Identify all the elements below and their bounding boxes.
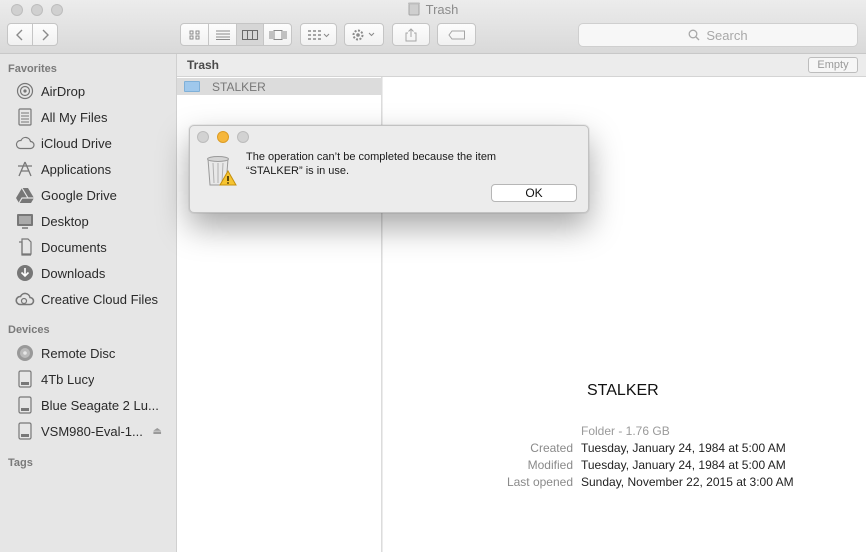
downloads-icon bbox=[14, 264, 36, 282]
drive-icon bbox=[14, 422, 36, 440]
cover-flow-icon bbox=[269, 29, 287, 40]
preview-modified-row: Modified Tuesday, January 24, 1984 at 5:… bbox=[383, 458, 866, 475]
dialog-window-controls bbox=[197, 131, 249, 143]
dialog-message-line2: “STALKER” is in use. bbox=[246, 165, 350, 177]
eject-icon[interactable]: ⏏ bbox=[153, 426, 162, 437]
chevron-left-icon bbox=[16, 29, 23, 40]
desktop-icon bbox=[14, 212, 36, 230]
dialog-close-button bbox=[197, 131, 209, 143]
arrange-grid-icon bbox=[307, 29, 329, 40]
modified-value: Tuesday, January 24, 1984 at 5:00 AM bbox=[581, 458, 786, 472]
sidebar-item-desktop[interactable]: Desktop bbox=[14, 208, 174, 234]
file-name: STALKER bbox=[212, 79, 266, 94]
sidebar-item-blue-seagate[interactable]: Blue Seagate 2 Lu... bbox=[14, 392, 174, 418]
empty-trash-button[interactable]: Empty bbox=[808, 57, 858, 73]
share-icon bbox=[405, 27, 417, 41]
dialog-minimize-button[interactable] bbox=[217, 131, 229, 143]
icon-view-button[interactable] bbox=[181, 24, 208, 45]
preview-created-row: Created Tuesday, January 24, 1984 at 5:0… bbox=[383, 441, 866, 458]
disc-icon bbox=[14, 344, 36, 362]
airdrop-icon bbox=[14, 82, 36, 100]
cover-flow-button[interactable] bbox=[263, 24, 291, 45]
sidebar-item-label: Blue Seagate 2 Lu... bbox=[41, 397, 159, 413]
back-button[interactable] bbox=[8, 24, 32, 45]
sidebar-item-label: All My Files bbox=[41, 109, 108, 125]
list-view-button[interactable] bbox=[208, 24, 236, 45]
ok-button[interactable]: OK bbox=[491, 184, 577, 202]
drive-icon bbox=[14, 396, 36, 414]
window-title: Trash bbox=[0, 2, 866, 17]
applications-icon bbox=[14, 160, 36, 178]
documents-icon bbox=[14, 238, 36, 256]
path-bar: Trash Empty bbox=[177, 54, 866, 77]
dialog-message-line1: The operation can’t be completed because… bbox=[246, 151, 497, 163]
google-drive-icon bbox=[14, 186, 36, 204]
sidebar-item-creative-cloud-files[interactable]: Creative Cloud Files bbox=[14, 286, 174, 312]
sidebar-item-label: Creative Cloud Files bbox=[41, 291, 159, 307]
dialog-message: The operation can’t be completed because… bbox=[246, 150, 576, 178]
folder-icon bbox=[184, 81, 200, 92]
sidebar-item-label: Google Drive bbox=[41, 187, 117, 203]
chevron-right-icon bbox=[42, 29, 50, 40]
view-mode-buttons bbox=[180, 23, 292, 46]
preview-name: STALKER bbox=[587, 382, 659, 399]
sidebar-item-label: iCloud Drive bbox=[41, 135, 112, 151]
sidebar-item-downloads[interactable]: Downloads bbox=[14, 260, 174, 286]
sidebar-item-label: AirDrop bbox=[41, 83, 86, 99]
back-forward-buttons bbox=[7, 23, 58, 46]
sidebar-item-all-my-files[interactable]: All My Files bbox=[14, 104, 174, 130]
trash-warning-icon bbox=[207, 156, 237, 186]
sidebar-item-4tb-lucy[interactable]: 4Tb Lucy bbox=[14, 366, 174, 392]
arrange-button[interactable] bbox=[300, 23, 337, 46]
all-files-icon bbox=[14, 108, 36, 126]
sidebar-item-label: VSM980-Eval-1... bbox=[41, 423, 143, 439]
devices-header: Devices bbox=[8, 324, 50, 336]
modified-label: Modified bbox=[527, 458, 573, 472]
sidebar-item-label: Downloads bbox=[41, 265, 106, 281]
sidebar-item-vsm980[interactable]: VSM980-Eval-1... ⏏ bbox=[14, 418, 174, 444]
sidebar-item-icloud-drive[interactable]: iCloud Drive bbox=[14, 130, 174, 156]
cloud-icon bbox=[14, 134, 36, 152]
drive-icon bbox=[14, 370, 36, 388]
search-icon bbox=[688, 29, 700, 41]
action-button[interactable] bbox=[344, 23, 384, 46]
favorites-header: Favorites bbox=[8, 63, 57, 75]
last-opened-label: Last opened bbox=[506, 475, 573, 489]
dialog-zoom-button bbox=[237, 131, 249, 143]
tag-icon bbox=[447, 30, 465, 39]
created-label: Created bbox=[530, 441, 573, 455]
file-row-selected[interactable]: STALKER bbox=[177, 78, 381, 95]
sidebar: Favorites AirDrop All My Files iCloud Dr… bbox=[0, 54, 177, 552]
edit-tags-button[interactable] bbox=[437, 23, 476, 46]
column-view-icon bbox=[242, 29, 259, 40]
finder-toolbar: Trash Search bbox=[0, 0, 866, 54]
share-button[interactable] bbox=[392, 23, 430, 46]
preview-kind: Folder - 1.76 GB bbox=[581, 424, 670, 438]
column-view-button[interactable] bbox=[235, 24, 264, 45]
sidebar-item-google-drive[interactable]: Google Drive bbox=[14, 182, 174, 208]
alert-dialog: The operation can’t be completed because… bbox=[189, 125, 589, 213]
creative-cloud-icon bbox=[14, 290, 36, 308]
tags-header: Tags bbox=[8, 457, 33, 469]
forward-button[interactable] bbox=[32, 24, 57, 45]
last-opened-value: Sunday, November 22, 2015 at 3:00 AM bbox=[581, 475, 794, 489]
sidebar-item-label: 4Tb Lucy bbox=[41, 371, 95, 387]
sidebar-item-label: Applications bbox=[41, 161, 112, 177]
search-field[interactable]: Search bbox=[578, 23, 858, 47]
sidebar-item-documents[interactable]: Documents bbox=[14, 234, 174, 260]
preview-opened-row: Last opened Sunday, November 22, 2015 at… bbox=[383, 475, 866, 492]
sidebar-item-airdrop[interactable]: AirDrop bbox=[14, 78, 174, 104]
gear-icon bbox=[352, 29, 375, 40]
sidebar-item-applications[interactable]: Applications bbox=[14, 156, 174, 182]
sidebar-item-remote-disc[interactable]: Remote Disc bbox=[14, 340, 174, 366]
icon-view-icon bbox=[189, 30, 200, 39]
created-value: Tuesday, January 24, 1984 at 5:00 AM bbox=[581, 441, 786, 455]
path-title: Trash bbox=[187, 58, 220, 72]
list-view-icon bbox=[215, 30, 230, 40]
sidebar-item-label: Desktop bbox=[41, 213, 89, 229]
sidebar-item-label: Remote Disc bbox=[41, 345, 116, 361]
trash-icon bbox=[407, 2, 420, 16]
search-placeholder: Search bbox=[706, 27, 748, 43]
sidebar-item-label: Documents bbox=[41, 239, 107, 255]
